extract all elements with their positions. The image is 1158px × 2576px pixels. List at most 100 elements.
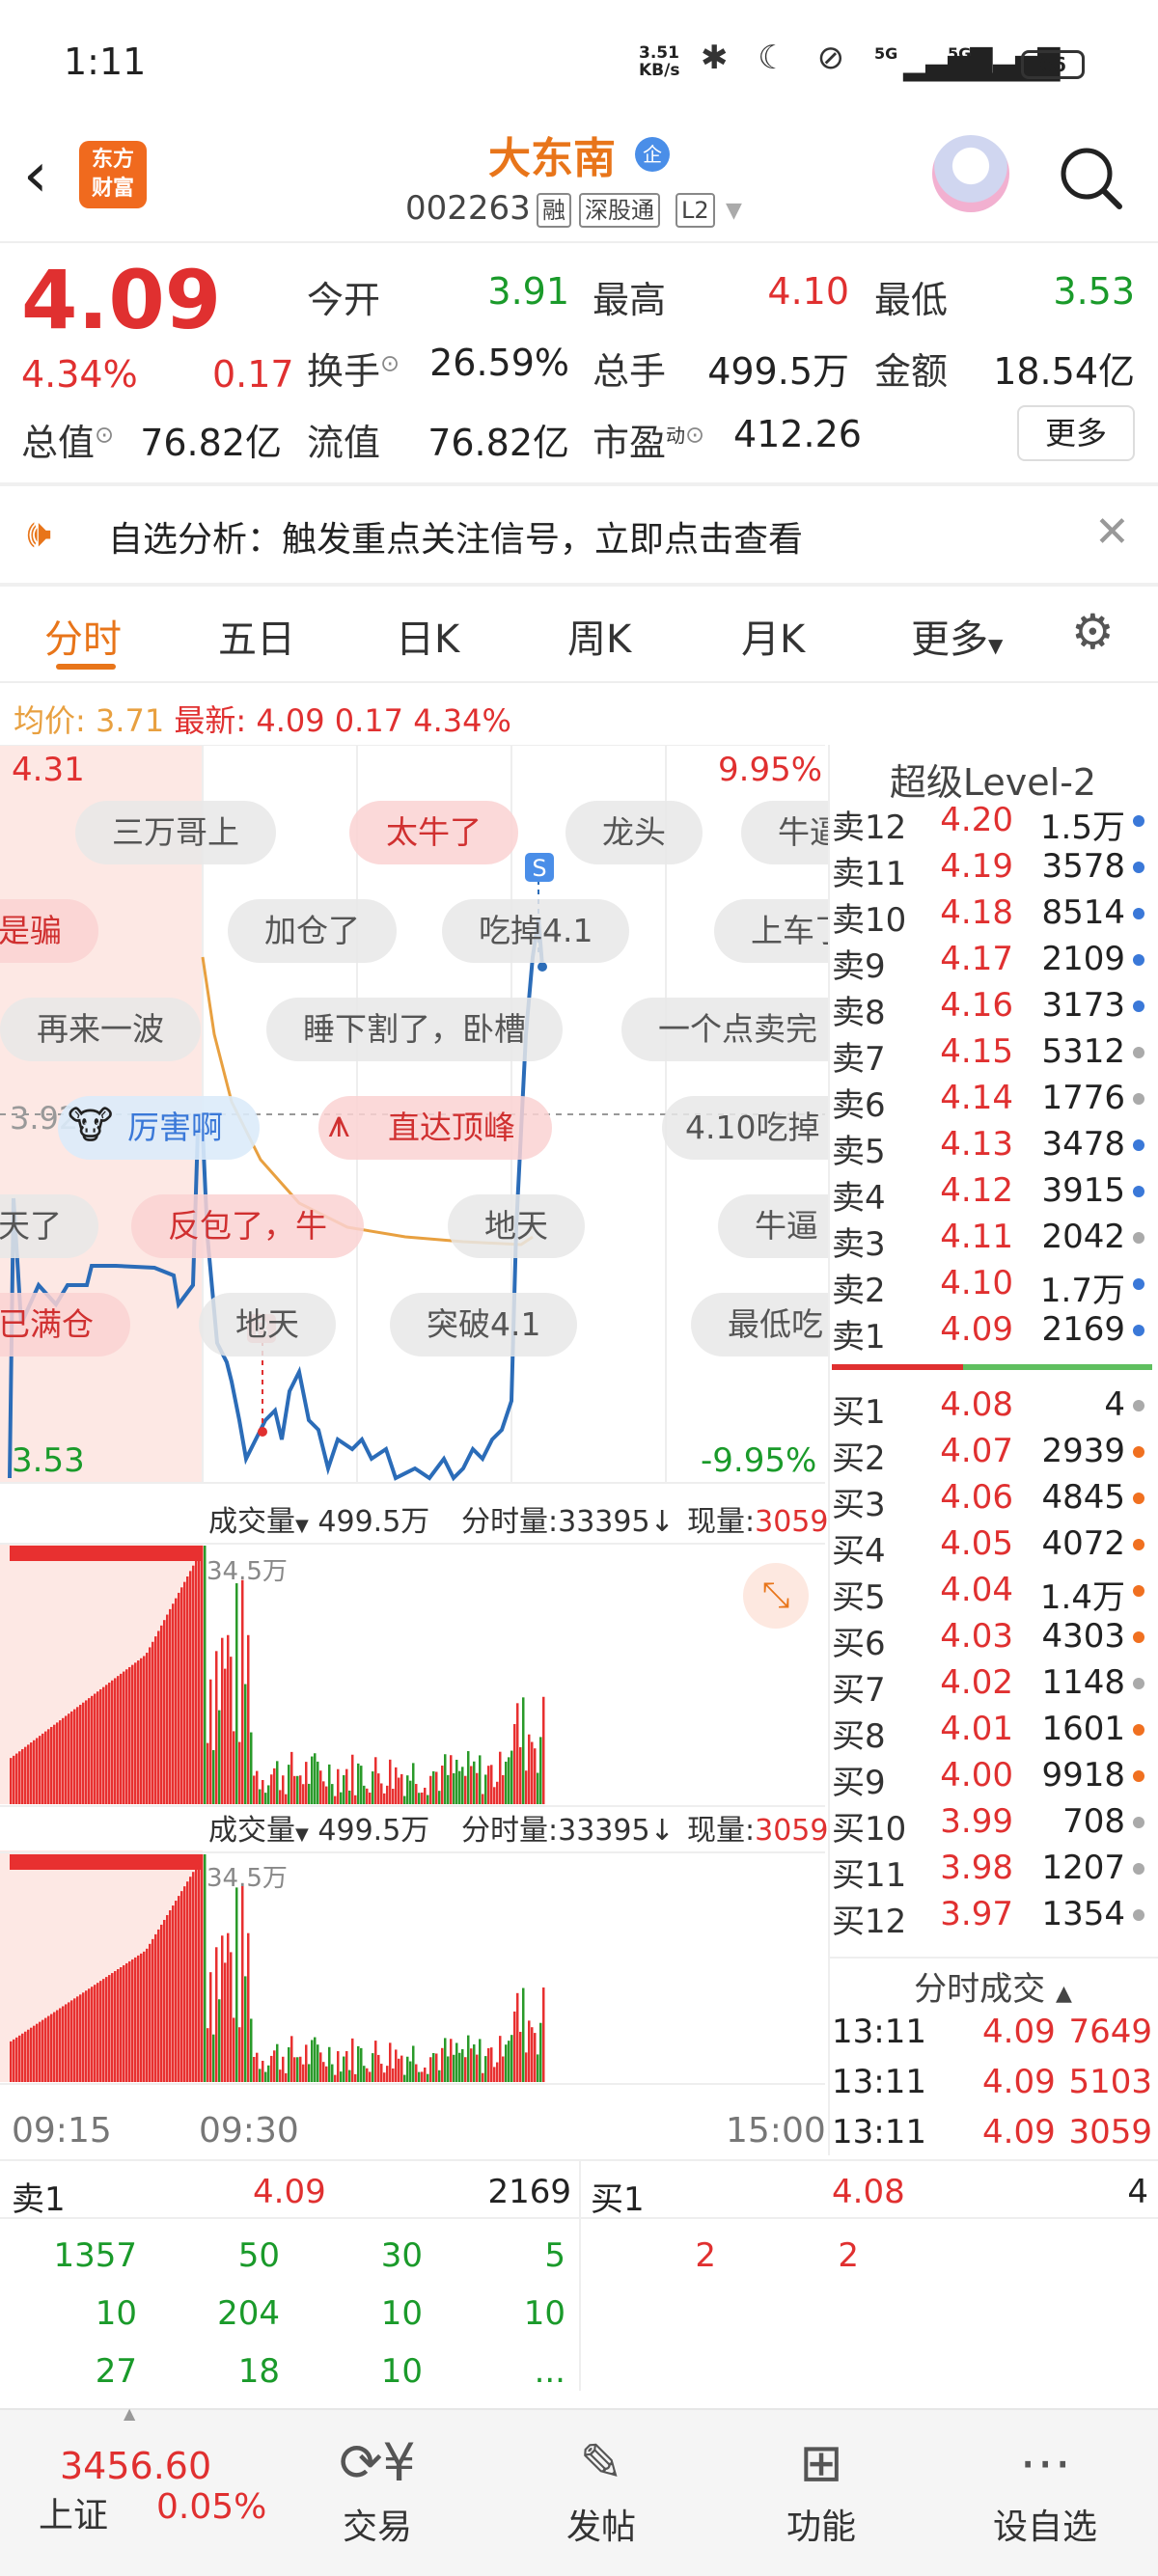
- tab-intraday[interactable]: 分时: [44, 608, 122, 664]
- ask-level: 卖12: [832, 808, 907, 847]
- comment-bubble[interactable]: 睡下割了，卧槽: [266, 998, 563, 1061]
- alert-text: 自选分析：触发重点关注信号，立即点击查看: [108, 520, 804, 560]
- bid-row[interactable]: 买2 4.07 2939: [828, 1432, 1158, 1478]
- comment-bubble[interactable]: 上车了: [714, 899, 828, 963]
- volume-bar: [319, 1770, 322, 1804]
- volume-bar: [140, 1658, 143, 1804]
- ask-row[interactable]: 卖1 4.09 2169: [828, 1310, 1158, 1357]
- close-icon[interactable]: ✕: [1094, 507, 1130, 557]
- ask-price: 4.12: [940, 1171, 1013, 1210]
- bid-row[interactable]: 买9 4.00 9918: [828, 1756, 1158, 1802]
- comment-bubble[interactable]: 再来一波: [0, 998, 201, 1061]
- intraday-chart[interactable]: S B: [0, 745, 825, 2134]
- volume-bar: [201, 1854, 204, 2082]
- assistant-robot-icon[interactable]: [932, 135, 1009, 212]
- ask-row[interactable]: 卖6 4.14 1776: [828, 1079, 1158, 1125]
- comment-bubble[interactable]: 三万哥上: [75, 801, 276, 864]
- volume-bar: [510, 2035, 513, 2082]
- ask-row[interactable]: 卖10 4.18 8514: [828, 893, 1158, 940]
- volume-bar: [282, 1775, 285, 1804]
- bid-row[interactable]: 买6 4.03 4303: [828, 1617, 1158, 1663]
- index-name[interactable]: 上证: [39, 2487, 108, 2537]
- volume-header-2[interactable]: 成交量▼ 499.5万: [208, 1806, 429, 1849]
- bid-row[interactable]: 买8 4.01 1601: [828, 1710, 1158, 1756]
- volume-bar: [453, 2054, 455, 2082]
- ask-row[interactable]: 卖2 4.10 1.7万: [828, 1264, 1158, 1310]
- volume-bar: [435, 1771, 438, 1804]
- comment-bubble[interactable]: 已满仓: [0, 1293, 130, 1357]
- tab-daily-k[interactable]: 日K: [396, 608, 459, 664]
- comment-bubble-highlight[interactable]: 直达顶峰: [318, 1096, 552, 1160]
- nav-functions[interactable]: ⊞ 功能: [749, 2431, 894, 2549]
- ticker-header[interactable]: 分时成交 ▲: [828, 1962, 1158, 2010]
- tab-more[interactable]: 更多▼: [911, 608, 1003, 664]
- bid-row[interactable]: 买12 3.97 1354: [828, 1895, 1158, 1941]
- bid-row[interactable]: 买10 3.99 708: [828, 1802, 1158, 1849]
- ask-row[interactable]: 卖8 4.16 3173: [828, 986, 1158, 1032]
- more-quote-button[interactable]: 更多: [1017, 405, 1135, 461]
- index-pct[interactable]: 0.05%: [156, 2487, 266, 2527]
- expand-icon[interactable]: ⤡: [743, 1563, 809, 1629]
- comment-bubble[interactable]: 地天: [199, 1293, 336, 1357]
- comment-bubble[interactable]: 太牛了: [349, 801, 518, 864]
- comment-bubble[interactable]: 地天: [448, 1194, 585, 1258]
- comment-bubble[interactable]: 吃掉4.1: [442, 899, 630, 963]
- comment-bubble[interactable]: 4.10吃掉: [662, 1096, 828, 1160]
- info-icon: ⊙: [685, 421, 705, 449]
- volume-bar: [343, 2056, 345, 2082]
- ask-row[interactable]: 卖7 4.15 5312: [828, 1032, 1158, 1079]
- bid-row[interactable]: 买3 4.06 4845: [828, 1478, 1158, 1524]
- comment-bubble[interactable]: 牛逼: [741, 801, 828, 864]
- volume-bar: [311, 1756, 314, 1804]
- comment-bubble[interactable]: 最低吃: [691, 1293, 828, 1357]
- volume-bar: [111, 1973, 114, 2082]
- level2-title[interactable]: 超级Level-2: [828, 753, 1158, 806]
- volume-bar: [427, 2073, 429, 2082]
- comment-bubble[interactable]: 反包了，牛: [131, 1194, 364, 1258]
- ask-row[interactable]: 卖4 4.12 3915: [828, 1171, 1158, 1218]
- ask-row[interactable]: 卖12 4.20 1.5万: [828, 801, 1158, 847]
- comment-bubble[interactable]: 加仓了: [228, 899, 397, 963]
- ask-row[interactable]: 卖3 4.11 2042: [828, 1218, 1158, 1264]
- tab-monthly-k[interactable]: 月K: [741, 608, 805, 664]
- gear-icon[interactable]: ⚙: [1071, 604, 1115, 660]
- bid-volume: 1354: [1041, 1895, 1125, 1933]
- comment-bubble[interactable]: 突破4.1: [390, 1293, 578, 1357]
- queue-volume: 27: [95, 2352, 137, 2391]
- comment-bubble[interactable]: 牛逼: [718, 1194, 828, 1258]
- bid-row[interactable]: 买7 4.02 1148: [828, 1663, 1158, 1710]
- nav-add-watchlist[interactable]: ⋯ 设自选: [973, 2431, 1117, 2549]
- bid-row[interactable]: 买4 4.05 4072: [828, 1524, 1158, 1571]
- nav-trade[interactable]: ⟳¥ 交易: [305, 2431, 450, 2549]
- comment-bubble[interactable]: 是骗: [0, 899, 98, 963]
- volume-bar: [39, 2021, 41, 2082]
- bid-row[interactable]: 买5 4.04 1.4万: [828, 1571, 1158, 1617]
- ask-row[interactable]: 卖5 4.13 3478: [828, 1125, 1158, 1171]
- back-arrow-icon[interactable]: ‹: [23, 145, 48, 206]
- comment-bubble[interactable]: 天了: [0, 1194, 98, 1258]
- index-value[interactable]: 3456.60: [60, 2445, 211, 2487]
- volume-header-1[interactable]: 成交量▼ 499.5万: [208, 1497, 429, 1540]
- bid-price: 4.08: [940, 1385, 1013, 1424]
- search-icon[interactable]: [1058, 141, 1125, 218]
- volume-bar: [354, 2073, 357, 2082]
- tab-five-day[interactable]: 五日: [218, 608, 295, 664]
- alert-banner[interactable]: 🕪 自选分析：触发重点关注信号，立即点击查看 ✕: [0, 484, 1158, 581]
- bid-row[interactable]: 买1 4.08 4: [828, 1385, 1158, 1432]
- ask-row[interactable]: 卖11 4.19 3578: [828, 847, 1158, 893]
- volume-bar: [438, 1791, 441, 1804]
- volume-bar: [461, 1767, 464, 1804]
- volume-bar: [111, 1680, 114, 1804]
- bid-row[interactable]: 买11 3.98 1207: [828, 1849, 1158, 1895]
- nav-post[interactable]: ✎ 发帖: [529, 2431, 674, 2549]
- volume-bar: [421, 2071, 424, 2082]
- chevron-down-icon[interactable]: ▼: [726, 199, 742, 223]
- comment-bubble[interactable]: 一个点卖完: [621, 998, 828, 1061]
- comment-bubble[interactable]: 龙头: [565, 801, 703, 864]
- ask-row[interactable]: 卖9 4.17 2109: [828, 940, 1158, 986]
- turnover-value: 26.59%: [429, 342, 569, 384]
- tab-weekly-k[interactable]: 周K: [567, 608, 631, 664]
- volume-bar: [235, 1887, 238, 2082]
- volume-bar: [209, 1972, 212, 2082]
- volume-bar: [96, 1983, 99, 2082]
